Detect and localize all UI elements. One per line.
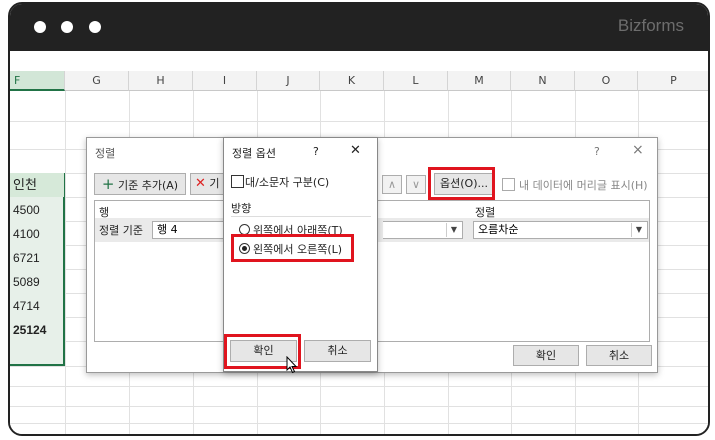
options-cancel-button[interactable]: 취소 xyxy=(304,340,371,362)
delete-x-icon: ✕ xyxy=(195,176,206,191)
sort-by-label: 정렬 기준 xyxy=(99,224,143,237)
cell-f-1[interactable]: 4500 xyxy=(10,198,64,222)
column-header-m[interactable]: M xyxy=(448,71,511,91)
sort-cancel-button[interactable]: 취소 xyxy=(586,345,652,366)
column-header-o[interactable]: O xyxy=(575,71,638,91)
options-help-icon[interactable]: ? xyxy=(313,145,319,158)
cell-f-3[interactable]: 6721 xyxy=(10,246,64,270)
sort-options-dialog: 정렬 옵션 ? ✕ 대/소문자 구분(C) 방향 위쪽에서 아래쪽(T) 왼쪽에… xyxy=(223,137,378,372)
move-down-button[interactable]: ∨ xyxy=(406,175,426,194)
sort-close-icon[interactable]: × xyxy=(632,142,644,158)
cell-f-header[interactable]: 인천 xyxy=(10,173,64,197)
window-dot-1[interactable] xyxy=(34,21,46,33)
cell-f-total[interactable]: 25124 xyxy=(10,318,64,342)
sort-on-combo[interactable]: ▼ xyxy=(383,221,463,239)
plus-icon: + xyxy=(101,175,115,193)
column-header-n[interactable]: N xyxy=(511,71,575,91)
column-header-k[interactable]: K xyxy=(320,71,384,91)
sort-by-combo[interactable]: 행 4 xyxy=(152,221,232,239)
title-bar: Bizforms xyxy=(10,4,708,51)
sort-ok-button[interactable]: 확인 xyxy=(513,345,579,366)
cell-f-4[interactable]: 5089 xyxy=(10,270,64,294)
chevron-down-icon: ∨ xyxy=(411,178,421,191)
column-header-g[interactable]: G xyxy=(65,71,129,91)
column-header-p[interactable]: P xyxy=(638,71,708,91)
sort-dialog-title: 정렬 xyxy=(95,147,116,160)
cell-f-2[interactable]: 4100 xyxy=(10,222,64,246)
column-header-l[interactable]: L xyxy=(384,71,448,91)
case-sensitive-label: 대/소문자 구분(C) xyxy=(245,176,330,189)
move-up-button[interactable]: ∧ xyxy=(382,175,402,194)
chevron-up-icon: ∧ xyxy=(387,178,397,191)
options-dialog-title: 정렬 옵션 xyxy=(232,147,276,160)
left-to-right-highlight xyxy=(231,234,354,262)
header-checkbox-label: 내 데이터에 머리글 표시(H) xyxy=(519,179,648,192)
options-close-icon[interactable]: ✕ xyxy=(350,143,361,158)
window-dot-2[interactable] xyxy=(61,21,73,33)
orientation-label: 방향 xyxy=(231,202,252,215)
order-combo[interactable]: 오름차순 ▼ xyxy=(473,221,648,239)
column-header-i[interactable]: I xyxy=(193,71,257,91)
cell-f-5[interactable]: 4714 xyxy=(10,294,64,318)
header-checkbox[interactable] xyxy=(502,178,515,191)
sort-help-icon[interactable]: ? xyxy=(594,145,600,158)
brand-logo: Bizforms xyxy=(617,16,684,35)
chevron-down-icon: ▼ xyxy=(631,223,646,237)
column-header-j[interactable]: J xyxy=(257,71,320,91)
window-dot-3[interactable] xyxy=(89,21,101,33)
chevron-down-icon: ▼ xyxy=(446,223,461,237)
delete-level-button[interactable]: ✕ 기 xyxy=(190,173,226,195)
column-header-h[interactable]: H xyxy=(129,71,193,91)
column-header-f[interactable]: F xyxy=(10,71,65,91)
cursor-icon xyxy=(286,356,298,374)
orientation-divider xyxy=(231,216,371,217)
case-sensitive-checkbox[interactable] xyxy=(231,175,244,188)
add-level-button[interactable]: + 기준 추가(A) xyxy=(94,173,186,195)
options-highlight xyxy=(428,167,495,200)
